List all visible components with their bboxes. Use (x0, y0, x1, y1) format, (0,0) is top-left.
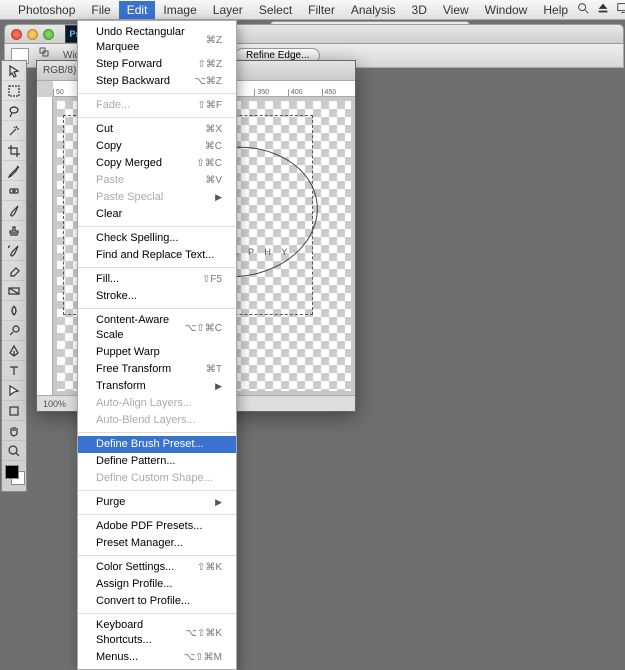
tool-wand[interactable] (2, 121, 26, 141)
tool-pen[interactable] (2, 341, 26, 361)
tool-path[interactable] (2, 381, 26, 401)
tool-stamp[interactable] (2, 221, 26, 241)
menu-filter[interactable]: Filter (300, 1, 343, 19)
menu-item-cut[interactable]: Cut⌘X (78, 121, 236, 138)
menu-item-fill[interactable]: Fill...⇧F5 (78, 271, 236, 288)
menu-item-check-spelling[interactable]: Check Spelling... (78, 230, 236, 247)
menu-analysis[interactable]: Analysis (343, 1, 404, 19)
tool-heal[interactable] (2, 181, 26, 201)
menu-item-auto-blend-layers: Auto-Blend Layers... (78, 412, 236, 429)
menu-item-copy-merged[interactable]: Copy Merged⇧⌘C (78, 155, 236, 172)
menu-item-define-brush-preset[interactable]: Define Brush Preset... (78, 436, 236, 453)
menu-item-undo-rectangular-marquee[interactable]: Undo Rectangular Marquee⌘Z (78, 24, 236, 56)
menu-edit[interactable]: Edit (119, 1, 156, 19)
foreground-color-swatch[interactable] (5, 465, 19, 479)
tool-move[interactable] (2, 61, 26, 81)
menu-item-define-pattern[interactable]: Define Pattern... (78, 453, 236, 470)
menu-item-color-settings[interactable]: Color Settings...⇧⌘K (78, 559, 236, 576)
menu-image[interactable]: Image (155, 1, 204, 19)
menu-item-fade: Fade...⇧⌘F (78, 97, 236, 114)
menu-item-clear[interactable]: Clear (78, 206, 236, 223)
tool-hand[interactable] (2, 421, 26, 441)
display-icon[interactable] (616, 1, 625, 18)
menu-view[interactable]: View (435, 1, 477, 19)
menu-item-step-backward[interactable]: Step Backward⌥⌘Z (78, 73, 236, 90)
menu-window[interactable]: Window (477, 1, 536, 19)
menu-item-define-custom-shape: Define Custom Shape... (78, 470, 236, 487)
menu-layer[interactable]: Layer (205, 1, 251, 19)
tool-shape[interactable] (2, 401, 26, 421)
menu-photoshop[interactable]: Photoshop (10, 1, 83, 19)
spotlight-icon[interactable] (576, 1, 590, 18)
menu-item-puppet-warp[interactable]: Puppet Warp (78, 344, 236, 361)
menu-item-find-and-replace-text[interactable]: Find and Replace Text... (78, 247, 236, 264)
menu-item-assign-profile[interactable]: Assign Profile... (78, 576, 236, 593)
menu-help[interactable]: Help (535, 1, 576, 19)
tool-eyedropper[interactable] (2, 161, 26, 181)
tool-type[interactable] (2, 361, 26, 381)
tool-zoom[interactable] (2, 441, 26, 461)
color-swatches[interactable] (2, 463, 26, 491)
menu-item-purge[interactable]: Purge▶ (78, 494, 236, 511)
window-close-button[interactable] (11, 29, 22, 40)
window-minimize-button[interactable] (27, 29, 38, 40)
menu-item-stroke[interactable]: Stroke... (78, 288, 236, 305)
menu-item-preset-manager[interactable]: Preset Manager... (78, 535, 236, 552)
menu-item-transform[interactable]: Transform▶ (78, 378, 236, 395)
menu-item-keyboard-shortcuts[interactable]: Keyboard Shortcuts...⌥⇧⌘K (78, 617, 236, 649)
tool-history-brush[interactable] (2, 241, 26, 261)
tool-marquee[interactable] (2, 81, 26, 101)
menu-item-free-transform[interactable]: Free Transform⌘T (78, 361, 236, 378)
menu-item-convert-to-profile[interactable]: Convert to Profile... (78, 593, 236, 610)
menu-3d[interactable]: 3D (404, 1, 435, 19)
tool-crop[interactable] (2, 141, 26, 161)
menu-file[interactable]: File (83, 1, 118, 19)
window-zoom-button[interactable] (43, 29, 54, 40)
menu-item-auto-align-layers: Auto-Align Layers... (78, 395, 236, 412)
menu-item-step-forward[interactable]: Step Forward⇧⌘Z (78, 56, 236, 73)
menu-item-copy[interactable]: Copy⌘C (78, 138, 236, 155)
eject-icon[interactable] (596, 1, 610, 18)
menu-select[interactable]: Select (251, 1, 300, 19)
status-tray: 138° (576, 1, 625, 18)
menu-item-paste-special: Paste Special▶ (78, 189, 236, 206)
toolbox (1, 60, 27, 492)
tool-eraser[interactable] (2, 261, 26, 281)
tool-brush[interactable] (2, 201, 26, 221)
mac-menubar: Photoshop File Edit Image Layer Select F… (0, 0, 625, 20)
zoom-level[interactable]: 100% (43, 399, 66, 409)
tool-blur[interactable] (2, 301, 26, 321)
menu-item-menus[interactable]: Menus...⌥⇧⌘M (78, 649, 236, 666)
menu-item-adobe-pdf-presets[interactable]: Adobe PDF Presets... (78, 518, 236, 535)
tool-dodge[interactable] (2, 321, 26, 341)
tool-lasso[interactable] (2, 101, 26, 121)
menu-item-content-aware-scale[interactable]: Content-Aware Scale⌥⇧⌘C (78, 312, 236, 344)
edit-menu-dropdown: Undo Rectangular Marquee⌘ZStep Forward⇧⌘… (77, 20, 237, 670)
tool-gradient[interactable] (2, 281, 26, 301)
ruler-vertical[interactable] (37, 97, 53, 395)
menu-item-paste: Paste⌘V (78, 172, 236, 189)
